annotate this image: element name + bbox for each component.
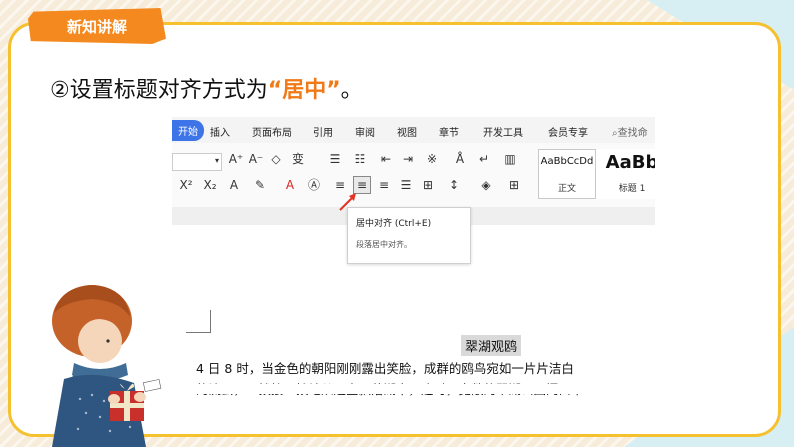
tooltip-description: 段落居中对齐。 — [356, 240, 412, 249]
tab-page-layout[interactable]: 页面布局 — [252, 124, 292, 139]
style-sample: AaBb — [605, 152, 655, 173]
style-name: 标题 1 — [618, 184, 646, 194]
section-badge: 新知讲解 — [28, 8, 166, 44]
style-name: 正文 — [557, 184, 576, 194]
shrink-font-icon[interactable]: A⁻ — [248, 151, 264, 167]
menu-bar: 开始 插入 页面布局 引用 审阅 视图 章节 开发工具 会员专享 ⌕查找命 — [172, 117, 655, 143]
tab-insert[interactable]: 插入 — [210, 124, 230, 139]
style-sample: AaBbCcDd — [540, 156, 594, 167]
tab-member[interactable]: 会员专享 — [548, 124, 588, 139]
char-border-icon[interactable]: Ⓐ — [306, 177, 322, 193]
font-color-icon[interactable]: A — [282, 177, 298, 193]
align-right-icon[interactable]: ≡ — [376, 177, 392, 193]
sort-icon[interactable]: Å — [452, 151, 468, 167]
align-center-tooltip: 居中对齐 (Ctrl+E) 段落居中对齐。 — [347, 207, 471, 264]
tab-references[interactable]: 引用 — [313, 124, 333, 139]
tab-review[interactable]: 审阅 — [355, 124, 375, 139]
grow-font-icon[interactable]: A⁺ — [228, 151, 244, 167]
highlight-icon[interactable]: ✎ — [252, 177, 268, 193]
tab-developer[interactable]: 开发工具 — [483, 124, 523, 139]
shading-icon[interactable]: ◈ — [478, 177, 494, 193]
document-title[interactable]: 翠湖观鸥 — [461, 335, 522, 356]
bullets-icon[interactable]: ☰ — [327, 151, 343, 167]
clear-format-icon[interactable]: ◇ — [268, 151, 284, 167]
tab-home[interactable]: 开始 — [172, 120, 204, 141]
font-size-combo[interactable]: ▾ — [172, 153, 222, 171]
heading-prefix: ②设置标题对齐方式为 — [50, 78, 268, 103]
document-clip — [180, 384, 660, 394]
ribbon-toolbar: ▾ A⁺ A⁻ ◇ 变 ☰ ☷ ⇤ ⇥ ※ Å ↵ ▥ X² X₂ A ✎ A … — [172, 143, 655, 208]
tab-search[interactable]: ⌕查找命 — [612, 124, 648, 139]
tab-view[interactable]: 视图 — [397, 124, 417, 139]
boy-with-gift-illustration — [52, 285, 162, 447]
heading-highlight: “居中” — [267, 78, 341, 103]
chinese-layout-icon[interactable]: ※ — [424, 151, 440, 167]
line-spacing-icon[interactable]: ↕ — [446, 177, 462, 193]
heading-suffix: 。 — [340, 78, 363, 103]
justify-icon[interactable]: ☰ — [398, 177, 414, 193]
superscript-icon[interactable]: X² — [178, 177, 194, 193]
text-effect-icon[interactable]: A — [226, 177, 242, 193]
chevron-down-icon: ▾ — [214, 156, 219, 165]
show-marks-icon[interactable]: ↵ — [476, 151, 492, 167]
search-label: 查找命 — [617, 128, 648, 139]
distributed-icon[interactable]: ⊞ — [420, 177, 436, 193]
ruler-icon[interactable]: ▥ — [502, 151, 518, 167]
page-corner-mark — [186, 310, 211, 333]
tooltip-title: 居中对齐 (Ctrl+E) — [356, 219, 432, 229]
style-heading-1[interactable]: AaBb 标题 1 — [596, 149, 655, 199]
subscript-icon[interactable]: X₂ — [202, 177, 218, 193]
borders-icon[interactable]: ⊞ — [506, 177, 522, 193]
style-normal[interactable]: AaBbCcDd 正文 — [538, 149, 596, 199]
document-line-1[interactable]: 4 日 8 时，当金色的朝阳刚刚露出笑脸，成群的鸥鸟宛如一片片洁白 — [196, 358, 574, 377]
tab-chapter[interactable]: 章节 — [439, 124, 459, 139]
outdent-icon[interactable]: ⇤ — [378, 151, 394, 167]
slide-heading: ②设置标题对齐方式为“居中”。 — [50, 72, 363, 104]
numbering-icon[interactable]: ☷ — [352, 151, 368, 167]
indent-icon[interactable]: ⇥ — [400, 151, 416, 167]
phonetic-icon[interactable]: 变 — [290, 151, 306, 167]
